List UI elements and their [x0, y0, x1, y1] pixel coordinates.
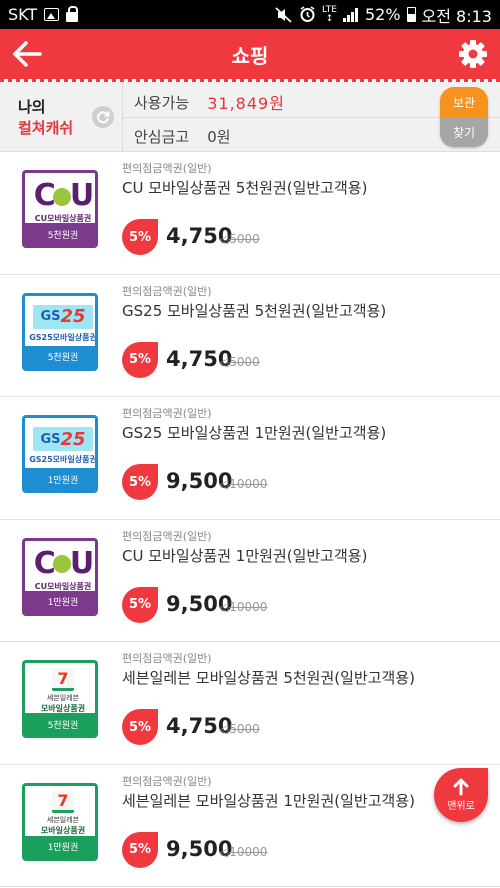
lte-indicator: LTE ↕	[322, 4, 337, 24]
product-item[interactable]: GS 25 GS25모바일상품권 5천원권 편의점금액권(일반) GS25 모바일…	[0, 274, 500, 397]
logo-text: 모바일상품권	[40, 826, 86, 835]
back-arrow-icon[interactable]	[10, 37, 46, 71]
original-price: 10000	[219, 477, 267, 491]
refresh-button[interactable]	[92, 106, 114, 128]
original-price: 10000	[219, 845, 267, 859]
product-name: 세븐일레븐 모바일상품권 5천원권(일반고객용)	[122, 669, 415, 687]
product-item[interactable]: CU CU모바일상품권 1만원권 편의점금액권(일반) CU 모바일상품권 1만…	[0, 519, 500, 642]
logo-text: GS25모바일상품권	[29, 332, 97, 342]
available-row: 사용가능 31,849원	[134, 90, 285, 114]
discount-badge: 5%	[122, 341, 158, 378]
gs25-logo: GS 25 GS25모바일상품권	[29, 304, 97, 342]
page-title: 쇼핑	[231, 43, 269, 68]
battery-percent: 52%	[364, 5, 401, 24]
discount-badge: 5%	[122, 219, 158, 255]
cu-logo: CU CU모바일상품권	[33, 545, 94, 591]
logo-text: GS25모바일상품권	[29, 455, 97, 464]
product-item[interactable]: 7 세븐일레븐 모바일상품권 1만원권 편의점금액권(일반) 세븐일레븐 모바일…	[0, 764, 500, 887]
safe-label: 안심금고	[134, 128, 190, 146]
arrow-up-icon	[453, 778, 469, 796]
status-bar: SKT LTE ↕ 52% 오전 8:13	[0, 0, 500, 29]
gs25-logo: GS 25 GS25모바일상품권	[29, 427, 97, 464]
seven-eleven-logo: 7 세븐일레븐 모바일상품권	[40, 668, 86, 713]
product-item[interactable]: CU CU모바일상품권 5천원권 편의점금액권(일반) CU 모바일상품권 5천…	[0, 152, 500, 275]
available-label: 사용가능	[134, 93, 190, 112]
denomination-label: 1만원권	[25, 468, 95, 490]
denomination-label: 5천원권	[25, 223, 95, 245]
clock: 오전 8:13	[421, 6, 492, 26]
mute-icon	[275, 6, 292, 23]
cu-logo: CU CU모바일상품권	[33, 178, 94, 223]
product-category: 편의점금액권(일반)	[122, 284, 212, 298]
my-cash-label: 나의 컬쳐캐쉬	[0, 82, 122, 152]
product-thumbnail: GS 25 GS25모바일상품권 1만원권	[22, 415, 98, 493]
product-list: CU CU모바일상품권 5천원권 편의점금액권(일반) CU 모바일상품권 5천…	[0, 152, 500, 887]
denomination-label: 1만원권	[25, 835, 95, 858]
product-name: CU 모바일상품권 1만원권(일반고객용)	[122, 546, 368, 565]
available-value: 31,849원	[207, 94, 285, 113]
safe-value: 0원	[207, 128, 231, 146]
product-thumbnail: CU CU모바일상품권 1만원권	[22, 537, 98, 616]
product-thumbnail: 7 세븐일레븐 모바일상품권 1만원권	[22, 782, 98, 861]
app-header: 쇼핑	[0, 29, 500, 79]
culture-cash-label: 컬쳐캐쉬	[18, 119, 74, 137]
vault-button: 보관 찾기	[440, 87, 488, 147]
discount-badge: 5%	[122, 831, 158, 868]
original-price: 5000	[219, 355, 260, 369]
store-button[interactable]: 보관	[440, 87, 488, 117]
original-price: 5000	[219, 232, 260, 246]
product-name: CU 모바일상품권 5천원권(일반고객용)	[122, 179, 368, 197]
product-name: GS25 모바일상품권 5천원권(일반고객용)	[122, 301, 387, 320]
carrier-label: SKT	[8, 5, 38, 24]
signal-icon	[342, 7, 359, 22]
original-price: 5000	[219, 722, 260, 736]
denomination-label: 5천원권	[25, 345, 95, 368]
logo-text: 모바일상품권	[40, 703, 86, 713]
product-category: 편의점금액권(일반)	[122, 162, 212, 175]
gear-icon[interactable]	[458, 39, 488, 69]
product-category: 편의점금액권(일반)	[122, 407, 212, 420]
logo-small-text: 세븐일레븐	[46, 816, 80, 824]
scroll-top-label: 맨위로	[447, 801, 475, 812]
product-thumbnail: 7 세븐일레븐 모바일상품권 5천원권	[22, 660, 98, 738]
product-name: 세븐일레븐 모바일상품권 1만원권(일반고객용)	[122, 791, 415, 810]
product-thumbnail: CU CU모바일상품권 5천원권	[22, 170, 98, 248]
safe-row: 안심금고 0원	[134, 126, 231, 147]
denomination-label: 5천원권	[25, 713, 95, 735]
refresh-icon	[97, 111, 110, 124]
alarm-icon	[300, 6, 315, 22]
battery-icon	[406, 7, 416, 22]
discount-badge: 5%	[122, 464, 158, 500]
product-name: GS25 모바일상품권 1만원권(일반고객용)	[122, 424, 387, 442]
discount-badge: 5%	[122, 709, 158, 745]
product-category: 편의점금액권(일반)	[122, 774, 212, 788]
denomination-label: 1만원권	[25, 590, 95, 613]
product-item[interactable]: GS 25 GS25모바일상품권 1만원권 편의점금액권(일반) GS25 모바일…	[0, 397, 500, 520]
product-item[interactable]: 7 세븐일레븐 모바일상품권 5천원권 편의점금액권(일반) 세븐일레븐 모바일…	[0, 642, 500, 765]
original-price: 10000	[219, 600, 267, 614]
product-thumbnail: GS 25 GS25모바일상품권 5천원권	[22, 292, 98, 371]
retrieve-button[interactable]: 찾기	[440, 117, 488, 147]
culture-cash-panel: 나의 컬쳐캐쉬 사용가능 31,849원 안심금고 0원 보관 찾기	[0, 82, 500, 152]
discount-badge: 5%	[122, 586, 158, 623]
logo-small-text: 세븐일레븐	[46, 693, 80, 702]
image-notification-icon	[44, 8, 60, 21]
seven-eleven-logo: 7 세븐일레븐 모바일상품권	[40, 791, 86, 835]
scroll-top-button[interactable]: 맨위로	[434, 768, 488, 822]
product-category: 편의점금액권(일반)	[122, 529, 212, 543]
my-label: 나의	[18, 98, 46, 116]
lock-icon	[66, 6, 79, 22]
product-category: 편의점금액권(일반)	[122, 652, 212, 665]
